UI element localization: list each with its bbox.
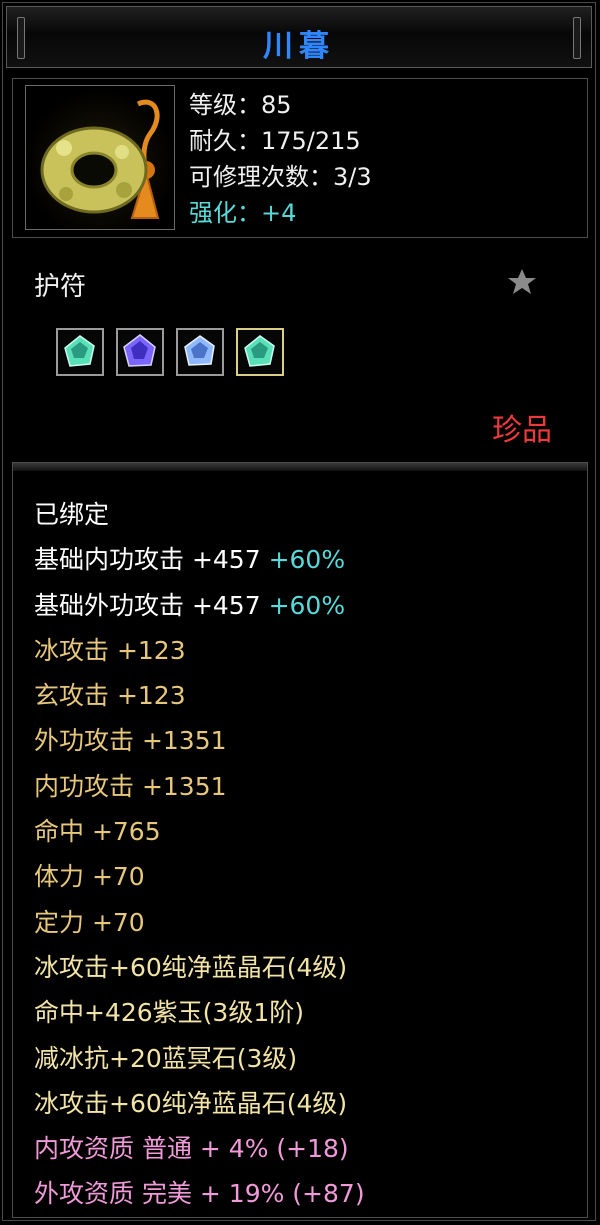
jade-ring-amulet-icon [25, 85, 175, 230]
gem-attribute-line: 减冰抗+20蓝冥石(3级) [34, 1043, 298, 1073]
enhance-stat: 强化：+4 [189, 199, 297, 227]
level-stat: 等级：85 [189, 91, 292, 119]
attribute-line: 定力 +70 [34, 907, 145, 937]
tooltip-title-bar: 川暮 [6, 6, 592, 68]
item-name: 川暮 [263, 29, 335, 64]
blue-crystal-gem-icon [184, 335, 215, 366]
attribute-line: 冰攻击 +123 [34, 635, 186, 665]
gem-attribute-line: 冰攻击+60纯净蓝晶石(4级) [34, 952, 348, 982]
quality-attribute-line: 内攻资质 普通 + 4% (+18) [34, 1134, 349, 1164]
attribute-text: 基础内功攻击 +457 [34, 545, 269, 575]
item-header: 等级：85 耐久：175/215 可修理次数：3/3 强化：+4 [12, 78, 588, 238]
quality-attribute-line: 外攻资质 完美 + 19% (+87) [34, 1179, 365, 1209]
gem-socket-4[interactable] [236, 328, 284, 376]
attribute-base-outer: 基础外功攻击 +457 +60% [34, 583, 365, 628]
durability-stat: 耐久：175/215 [189, 127, 361, 155]
attribute-text: 基础外功攻击 +457 [34, 590, 269, 620]
attribute-line: 玄攻击 +123 [34, 681, 186, 711]
gem-attribute-line: 命中+426紫玉(3级1阶) [34, 998, 304, 1028]
star-icon[interactable] [506, 266, 538, 298]
attribute-line: 外功攻击 +1351 [34, 726, 227, 756]
green-crystal-gem-icon [244, 335, 275, 367]
attribute-line: 内功攻击 +1351 [34, 771, 227, 801]
attribute-list: 已绑定 基础内功攻击 +457 +60% 基础外功攻击 +457 +60% 冰攻… [34, 492, 365, 1217]
attribute-line: 命中 +765 [34, 817, 161, 847]
gem-socket-1[interactable] [56, 328, 104, 376]
gem-attribute-line: 冰攻击+60纯净蓝晶石(4级) [34, 1088, 348, 1118]
item-stats: 等级：85 耐久：175/215 可修理次数：3/3 强化：+4 [189, 87, 372, 231]
item-category: 护符 [34, 272, 87, 302]
repair-count-stat: 可修理次数：3/3 [189, 163, 372, 191]
attribute-base-inner: 基础内功攻击 +457 +60% [34, 537, 365, 582]
attribute-bonus: +60% [268, 590, 346, 620]
attribute-bonus: +60% [268, 545, 346, 575]
green-crystal-gem-icon [64, 335, 95, 367]
attribute-line: 体力 +70 [34, 862, 145, 892]
gem-socket-3[interactable] [176, 328, 224, 376]
purple-crystal-gem-icon [123, 334, 156, 367]
gem-socket-2[interactable] [116, 328, 164, 376]
gem-sockets [56, 328, 284, 376]
bound-status: 已绑定 [34, 500, 110, 529]
rarity-label: 珍品 [492, 413, 552, 448]
